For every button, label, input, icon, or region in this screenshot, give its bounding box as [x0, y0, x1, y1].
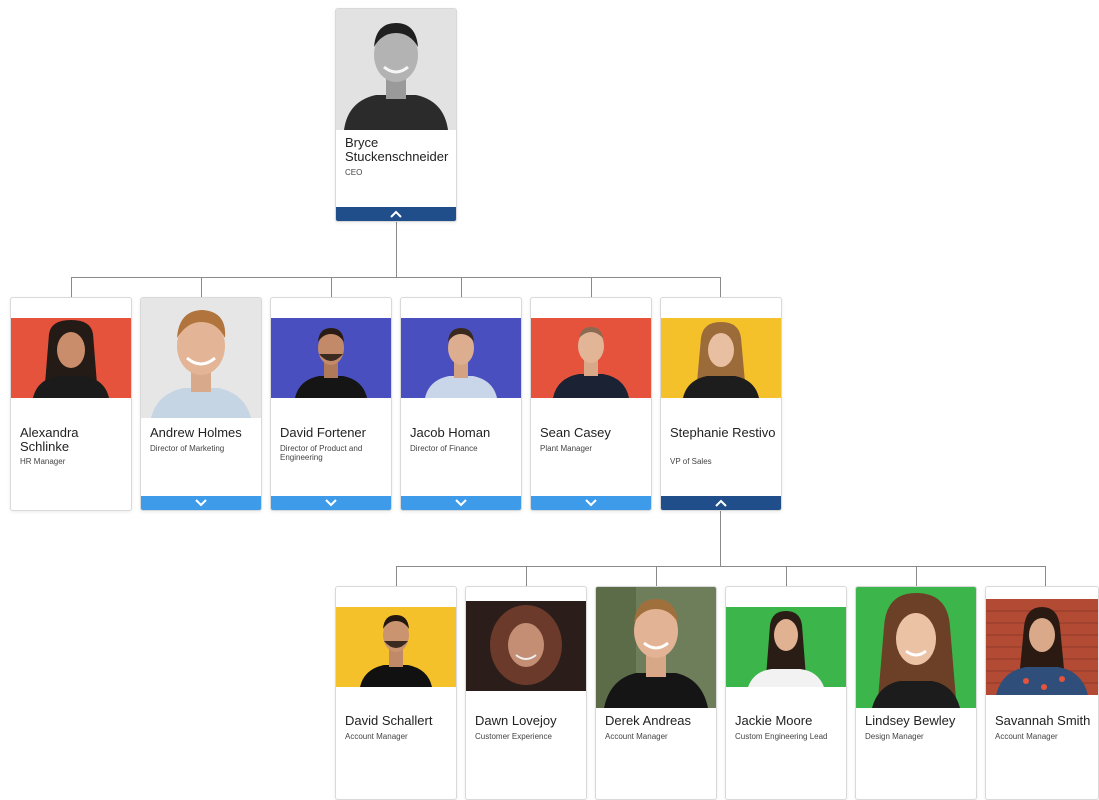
org-card[interactable]: Jackie Moore Custom Engineering Lead — [725, 586, 847, 800]
employee-title: Customer Experience — [475, 732, 552, 741]
chevron-up-icon — [715, 499, 727, 507]
connector-level1-drop — [331, 277, 332, 297]
org-card[interactable]: Savannah Smith Account Manager — [985, 586, 1099, 800]
connector-ceo-down — [396, 221, 397, 277]
employee-name: Alexandra Schlinke — [20, 425, 79, 454]
employee-title: Design Manager — [865, 732, 924, 741]
connector-level2-drop — [526, 566, 527, 586]
avatar — [466, 601, 586, 691]
employee-title: Director of Finance — [410, 444, 478, 453]
employee-title: VP of Sales — [670, 457, 712, 466]
avatar — [401, 318, 521, 398]
employee-title: Account Manager — [995, 732, 1058, 741]
org-card[interactable]: Jacob Homan Director of Finance — [400, 297, 522, 511]
chevron-down-icon — [325, 499, 337, 507]
employee-name: Jacob Homan — [410, 425, 491, 440]
org-card[interactable]: Lindsey Bewley Design Manager — [855, 586, 977, 800]
employee-name: David Fortener — [280, 425, 366, 440]
avatar — [271, 318, 391, 398]
org-card[interactable]: David Fortener Director of Product and E… — [270, 297, 392, 511]
connector-level1-drop — [71, 277, 72, 297]
employee-title: Director of Product and Engineering — [280, 444, 363, 462]
org-card[interactable]: Sean Casey Plant Manager — [530, 297, 652, 511]
connector-level2-drop — [916, 566, 917, 586]
employee-title: Account Manager — [345, 732, 408, 741]
chevron-up-icon — [390, 210, 402, 218]
employee-title: Account Manager — [605, 732, 668, 741]
employee-name: Sean Casey — [540, 425, 611, 440]
expand-toggle[interactable] — [141, 496, 261, 510]
org-card[interactable]: Dawn Lovejoy Customer Experience — [465, 586, 587, 800]
org-card[interactable]: Stephanie Restivo VP of Sales — [660, 297, 782, 511]
connector-level1-drop — [461, 277, 462, 297]
employee-name: Lindsey Bewley — [865, 713, 956, 728]
avatar — [856, 587, 976, 708]
avatar — [726, 607, 846, 687]
connector-level2-drop — [656, 566, 657, 586]
employee-name: Dawn Lovejoy — [475, 713, 557, 728]
employee-name: Jackie Moore — [735, 713, 813, 728]
expand-toggle[interactable] — [401, 496, 521, 510]
employee-title: CEO — [345, 168, 363, 177]
chevron-down-icon — [585, 499, 597, 507]
expand-toggle[interactable] — [271, 496, 391, 510]
org-card-ceo[interactable]: Bryce Stuckenschneider CEO — [335, 8, 457, 222]
connector-level1-drop — [201, 277, 202, 297]
connector-level2-horizontal — [396, 566, 1046, 567]
employee-name: David Schallert — [345, 713, 433, 728]
employee-title: HR Manager — [20, 457, 66, 466]
connector-level1-drop — [720, 277, 721, 297]
org-card[interactable]: Andrew Holmes Director of Marketing — [140, 297, 262, 511]
employee-name: Stephanie Restivo — [670, 425, 776, 440]
employee-title: Plant Manager — [540, 444, 593, 453]
employee-name: Savannah Smith — [995, 713, 1091, 728]
chevron-down-icon — [195, 499, 207, 507]
org-card[interactable]: Derek Andreas Account Manager — [595, 586, 717, 800]
collapse-toggle[interactable] — [336, 207, 456, 221]
avatar — [11, 318, 131, 398]
connector-vp-down — [720, 510, 721, 566]
employee-name: Derek Andreas — [605, 713, 691, 728]
connector-level1-drop — [591, 277, 592, 297]
connector-level2-drop — [786, 566, 787, 586]
employee-name: Andrew Holmes — [150, 425, 242, 440]
org-card[interactable]: David Schallert Account Manager — [335, 586, 457, 800]
connector-level2-drop — [1045, 566, 1046, 586]
employee-name: Bryce Stuckenschneider — [345, 135, 449, 164]
avatar — [336, 9, 456, 130]
avatar — [661, 318, 781, 398]
chevron-down-icon — [455, 499, 467, 507]
avatar — [596, 587, 716, 708]
employee-title: Custom Engineering Lead — [735, 732, 828, 741]
collapse-toggle[interactable] — [661, 496, 781, 510]
employee-title: Director of Marketing — [150, 444, 225, 453]
expand-toggle[interactable] — [531, 496, 651, 510]
connector-level2-drop — [396, 566, 397, 586]
connector-level1-horizontal — [71, 277, 721, 278]
avatar — [141, 298, 261, 418]
avatar — [336, 607, 456, 687]
org-card[interactable]: Alexandra Schlinke HR Manager — [10, 297, 132, 511]
avatar — [531, 318, 651, 398]
avatar — [986, 599, 1098, 695]
